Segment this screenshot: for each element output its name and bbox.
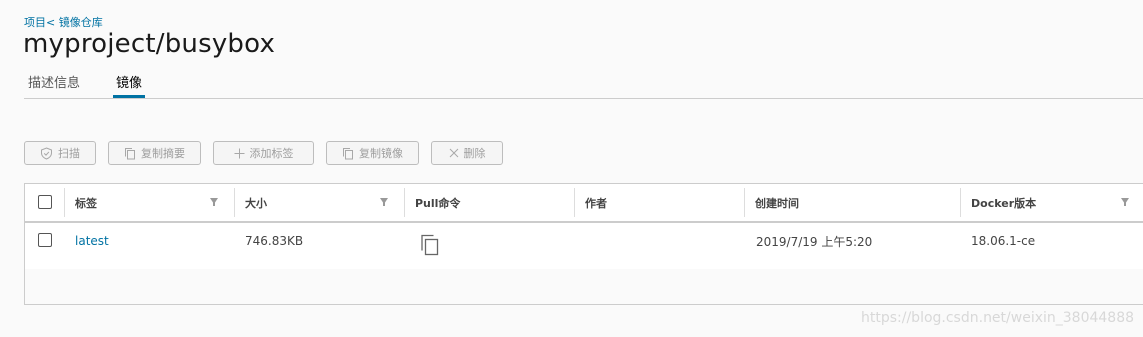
- tag-link[interactable]: latest: [64, 223, 234, 259]
- copy-digest-label: 复制摘要: [141, 147, 185, 160]
- copy-image-button[interactable]: 复制镜像: [326, 141, 419, 165]
- delete-label: 删除: [463, 147, 486, 160]
- column-label-author: 作者: [585, 196, 607, 210]
- close-icon: [449, 148, 459, 158]
- column-header-tag[interactable]: 标签: [64, 184, 234, 221]
- copy-icon: [419, 233, 441, 260]
- copy-digest-button[interactable]: 复制摘要: [108, 141, 201, 165]
- docker-version-cell: 18.06.1-ce: [971, 234, 1036, 248]
- copy-pull-command-button[interactable]: [415, 228, 455, 264]
- column-label-tag: 标签: [75, 196, 97, 210]
- select-all-checkbox[interactable]: [38, 195, 52, 209]
- add-tag-label: 添加标签: [249, 147, 294, 160]
- column-header-created[interactable]: 创建时间: [744, 184, 960, 221]
- tab-images[interactable]: 镜像: [113, 72, 146, 98]
- column-header-size[interactable]: 大小: [234, 184, 404, 221]
- copy-image-label: 复制镜像: [359, 147, 403, 160]
- scan-button[interactable]: 扫描: [24, 141, 96, 165]
- image-grid: 标签 大小 Pull命令 作者 创建时间 Docker版本 latest 746…: [24, 183, 1143, 305]
- size-cell: 746.83KB: [245, 234, 304, 248]
- row-checkbox[interactable]: [38, 233, 52, 247]
- created-cell: 2019/7/19 上午5:20: [756, 234, 873, 249]
- column-label-created: 创建时间: [755, 196, 799, 210]
- breadcrumb[interactable]: 项目< 镜像仓库: [24, 14, 103, 30]
- column-label-size: 大小: [245, 196, 267, 210]
- grid-footer: [25, 269, 1143, 304]
- add-tag-button[interactable]: 添加标签: [213, 141, 314, 165]
- plus-icon: [234, 148, 245, 159]
- filter-icon[interactable]: [210, 198, 218, 206]
- column-header-pull: Pull命令: [404, 184, 574, 221]
- watermark: https://blog.csdn.net/weixin_38044888: [861, 310, 1135, 326]
- column-label-pull: Pull命令: [415, 196, 461, 210]
- filter-icon[interactable]: [1121, 198, 1129, 206]
- grid-header: 标签 大小 Pull命令 作者 创建时间 Docker版本: [25, 184, 1143, 223]
- copy-icon: [124, 147, 136, 160]
- author-cell: [574, 223, 744, 259]
- column-label-docker-version: Docker版本: [971, 196, 1037, 210]
- delete-button[interactable]: 删除: [431, 141, 503, 165]
- copy-icon: [342, 147, 354, 160]
- filter-icon[interactable]: [380, 198, 388, 206]
- table-row: latest 746.83KB 2019/7/19 上午5:20 18.06.1…: [25, 223, 1143, 271]
- page-title: myproject/busybox: [23, 29, 276, 59]
- shield-icon: [40, 146, 53, 160]
- tab-bar: 描述信息 镜像: [24, 72, 1143, 99]
- scan-label: 扫描: [58, 147, 80, 160]
- column-header-author: 作者: [574, 184, 744, 221]
- tab-info[interactable]: 描述信息: [28, 72, 80, 96]
- column-header-docker-version[interactable]: Docker版本: [960, 184, 1143, 221]
